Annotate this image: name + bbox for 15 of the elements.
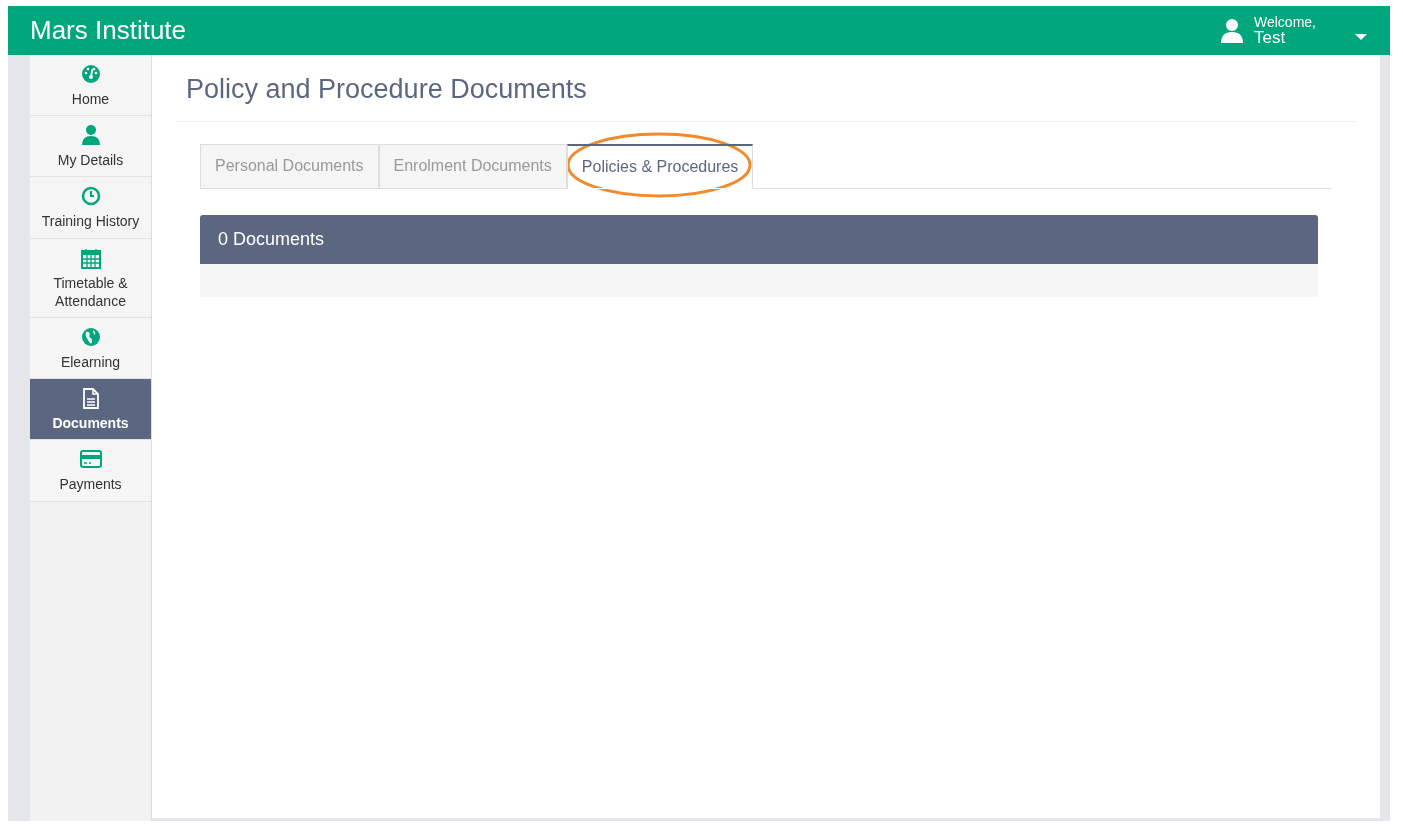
user-icon <box>1220 17 1244 44</box>
user-icon <box>79 124 102 147</box>
caret-icon[interactable] <box>1354 32 1368 41</box>
panel-heading: 0 Documents <box>200 215 1318 265</box>
globe-icon <box>79 325 102 348</box>
card-icon <box>79 448 102 471</box>
calendar-icon <box>79 246 102 269</box>
app-title: Mars Institute <box>30 14 187 47</box>
user-name: Test <box>1254 29 1286 46</box>
clock-icon <box>79 185 102 208</box>
sidebar-item[interactable]: Documents <box>30 379 151 441</box>
tab[interactable]: Policies & Procedures <box>566 144 754 190</box>
page-title: Policy and Procedure Documents <box>176 73 1356 123</box>
welcome-text: Welcome, <box>1254 15 1316 29</box>
gauge-icon <box>79 63 102 85</box>
